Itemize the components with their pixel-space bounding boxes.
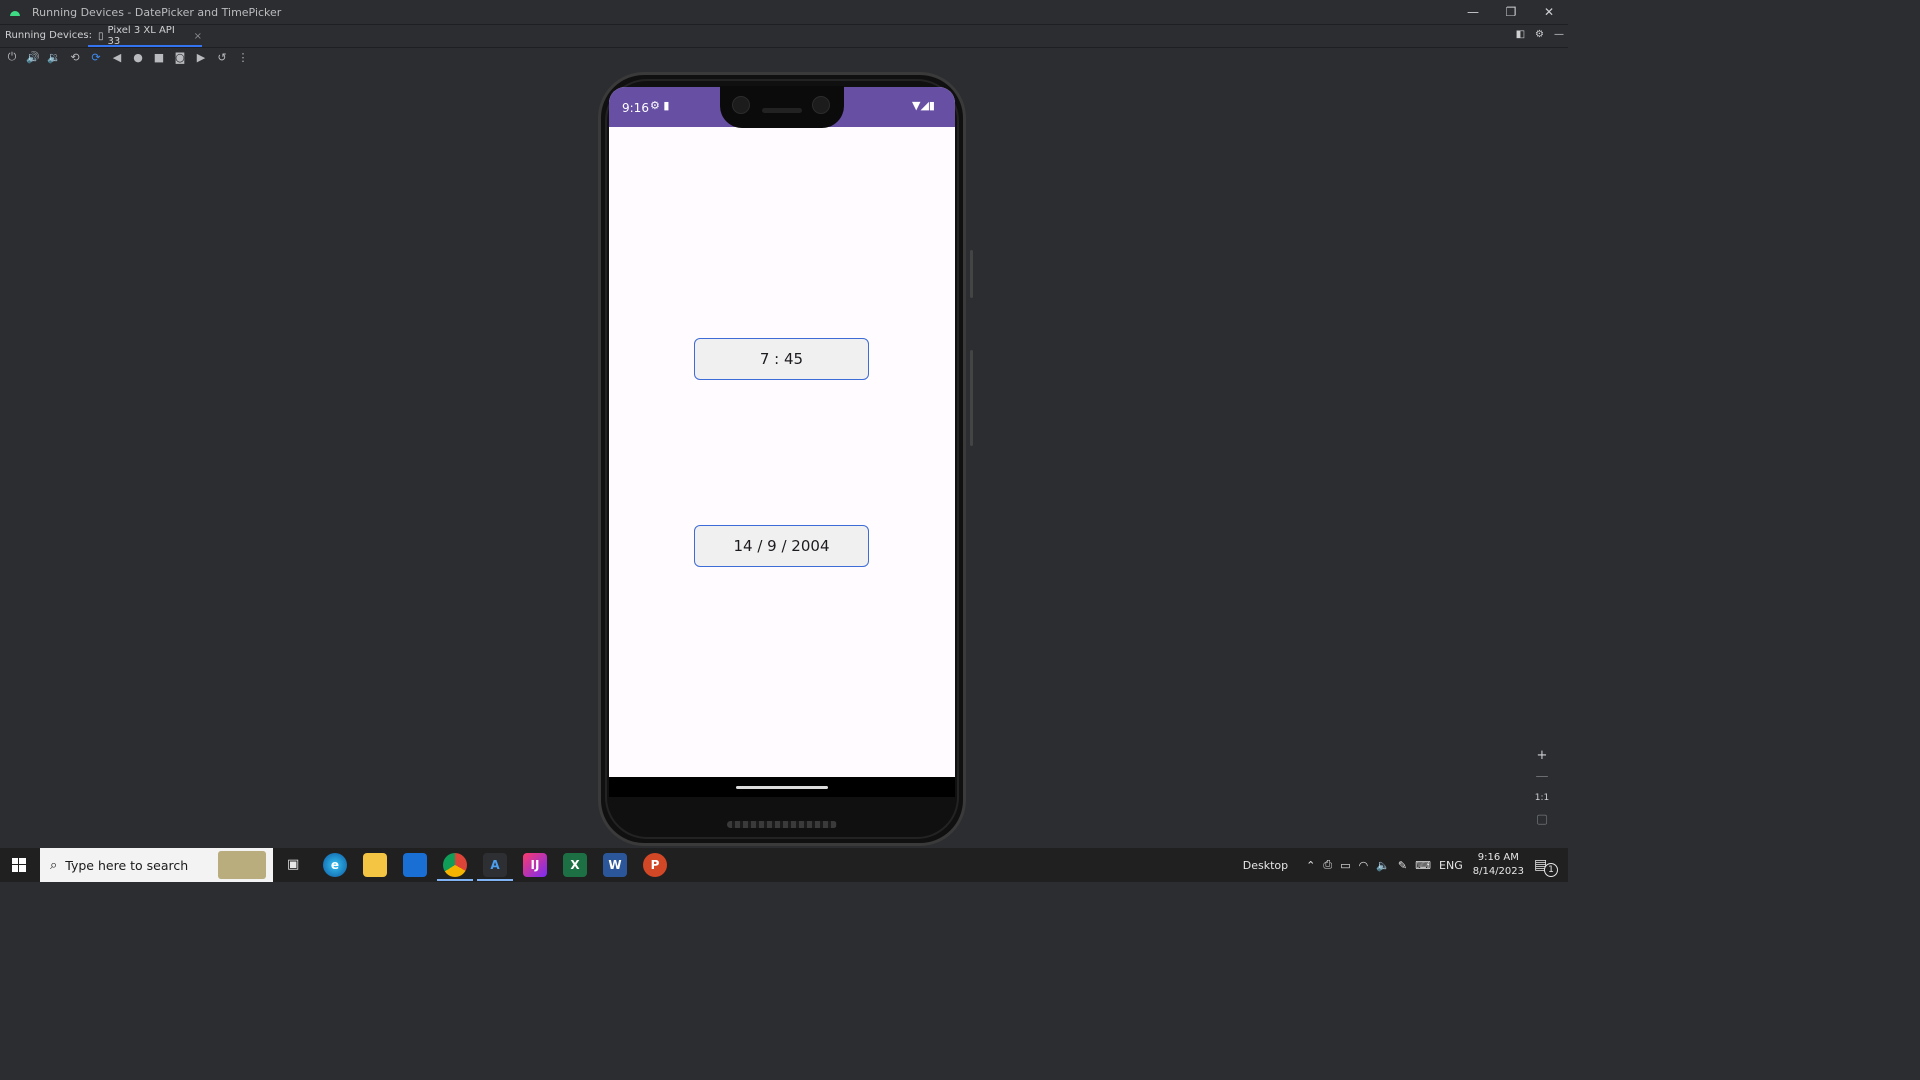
time-picker-button[interactable]: 7 : 45 [694, 338, 869, 380]
pen-icon[interactable]: ✎ [1398, 859, 1407, 872]
window-titlebar: Running Devices - DatePicker and TimePic… [0, 0, 1568, 24]
phone-icon: ▯ [98, 30, 104, 42]
earpiece [762, 108, 802, 113]
android-studio-active-indicator [477, 879, 513, 881]
volume-up-icon[interactable]: 🔊 [26, 51, 40, 64]
status-time: 9:16 [622, 101, 649, 115]
android-studio-logo [10, 11, 20, 16]
status-left-icons: ⚙ ▮ [650, 99, 670, 112]
tab-pixel-3-xl[interactable]: ▯ Pixel 3 XL API 33 × [88, 25, 202, 47]
system-tray: Desktop ⌃ ⎙ ▭ ◠ 🔈 ✎ ⌨ ENG 9:16 AM 8/14/2… [1243, 848, 1568, 882]
zoom-out-button[interactable]: — [1531, 767, 1553, 785]
chevron-up-icon[interactable]: ⌃ [1306, 859, 1315, 872]
gesture-nav-bar [609, 777, 955, 797]
date-picker-button[interactable]: 14 / 9 / 2004 [694, 525, 869, 567]
windows-taskbar: ⌕ Type here to search ▣ e A IJ X W P Des… [0, 848, 1568, 882]
front-camera-left [732, 96, 750, 114]
clock[interactable]: 9:16 AM 8/14/2023 [1473, 851, 1524, 879]
notification-count: 1 [1544, 863, 1558, 877]
home-gesture-pill[interactable] [736, 786, 828, 789]
zoom-actual-size-button[interactable]: 1:1 [1531, 789, 1553, 807]
tab-close-icon[interactable]: × [194, 31, 202, 42]
intellij-icon[interactable]: IJ [523, 853, 547, 877]
clock-date: 8/14/2023 [1472, 866, 1524, 877]
zoom-fit-button[interactable]: ▢ [1531, 810, 1553, 828]
task-view-icon[interactable]: ▣ [287, 857, 299, 872]
more-icon[interactable]: ⋮ [236, 51, 250, 64]
gear-icon[interactable]: ⚙ [1535, 29, 1544, 40]
edge-icon[interactable]: e [323, 853, 347, 877]
reset-icon[interactable]: ↺ [215, 51, 229, 64]
rotate-right-icon[interactable]: ⟳ [89, 51, 103, 64]
volume-down-icon[interactable]: 🔉 [47, 51, 61, 64]
volume-side-button [970, 350, 973, 446]
home-icon[interactable]: ● [131, 51, 145, 64]
restore-button[interactable]: ❐ [1492, 0, 1530, 24]
camera-notch [720, 86, 844, 128]
back-icon[interactable]: ◀ [110, 51, 124, 64]
emulator-toolbar: ⏻ 🔊 🔉 ⟲ ⟳ ◀ ● ■ ◙ ▶ ↺ ⋮ [0, 47, 1573, 67]
zoom-in-button[interactable]: + [1531, 746, 1553, 764]
running-devices-tabbar: Running Devices: ▯ Pixel 3 XL API 33 × ◧… [0, 24, 1568, 48]
running-devices-label: Running Devices: [5, 30, 92, 41]
device-screen: 9:16 ⚙ ▮ ▼◢▮ [609, 87, 955, 777]
language-indicator[interactable]: ENG [1439, 859, 1463, 872]
notification-center-icon[interactable]: ▤ 1 [1534, 857, 1560, 877]
date-value: 14 / 9 / 2004 [733, 537, 830, 555]
power-icon[interactable]: ⏻ [5, 50, 19, 64]
screenshot-icon[interactable]: ◙ [173, 51, 187, 64]
bottom-speaker [727, 821, 837, 828]
meet-icon[interactable]: ⎙ [1323, 858, 1332, 872]
close-window-button[interactable]: ✕ [1530, 0, 1568, 24]
minimize-button[interactable]: — [1454, 0, 1492, 24]
wifi-icon[interactable]: ◠ [1359, 859, 1369, 872]
word-icon[interactable]: W [603, 853, 627, 877]
powerpoint-icon[interactable]: P [643, 853, 667, 877]
screen-record-icon[interactable]: ▶ [194, 51, 208, 64]
clock-time: 9:16 AM [1477, 852, 1519, 863]
chrome-active-indicator [437, 879, 473, 881]
keyboard-icon[interactable]: ⌨ [1415, 859, 1431, 872]
search-highlight-icon [218, 851, 266, 879]
time-value: 7 : 45 [759, 350, 804, 368]
layout-icon[interactable]: ◧ [1516, 29, 1525, 40]
status-right-icons: ▼◢▮ [912, 99, 935, 112]
search-placeholder: Type here to search [65, 857, 189, 873]
overview-icon[interactable]: ■ [152, 51, 166, 64]
window-title: Running Devices - DatePicker and TimePic… [32, 5, 282, 19]
excel-icon[interactable]: X [563, 853, 587, 877]
speaker-icon[interactable]: 🔈 [1376, 859, 1390, 872]
tab-label: Pixel 3 XL API 33 [107, 25, 175, 47]
front-camera-right [812, 96, 830, 114]
search-icon: ⌕ [50, 857, 58, 873]
hide-panel-icon[interactable]: — [1554, 29, 1564, 40]
desktop-label[interactable]: Desktop [1243, 859, 1288, 872]
file-explorer-icon[interactable] [363, 853, 387, 877]
chrome-icon[interactable] [443, 853, 467, 877]
microsoft-store-icon[interactable] [403, 853, 427, 877]
windows-start-icon[interactable] [12, 858, 26, 872]
power-side-button [970, 250, 973, 298]
battery-icon[interactable]: ▭ [1340, 859, 1350, 872]
rotate-left-icon[interactable]: ⟲ [68, 51, 82, 64]
android-studio-icon[interactable]: A [483, 853, 507, 877]
taskbar-search[interactable]: ⌕ Type here to search [40, 848, 273, 882]
